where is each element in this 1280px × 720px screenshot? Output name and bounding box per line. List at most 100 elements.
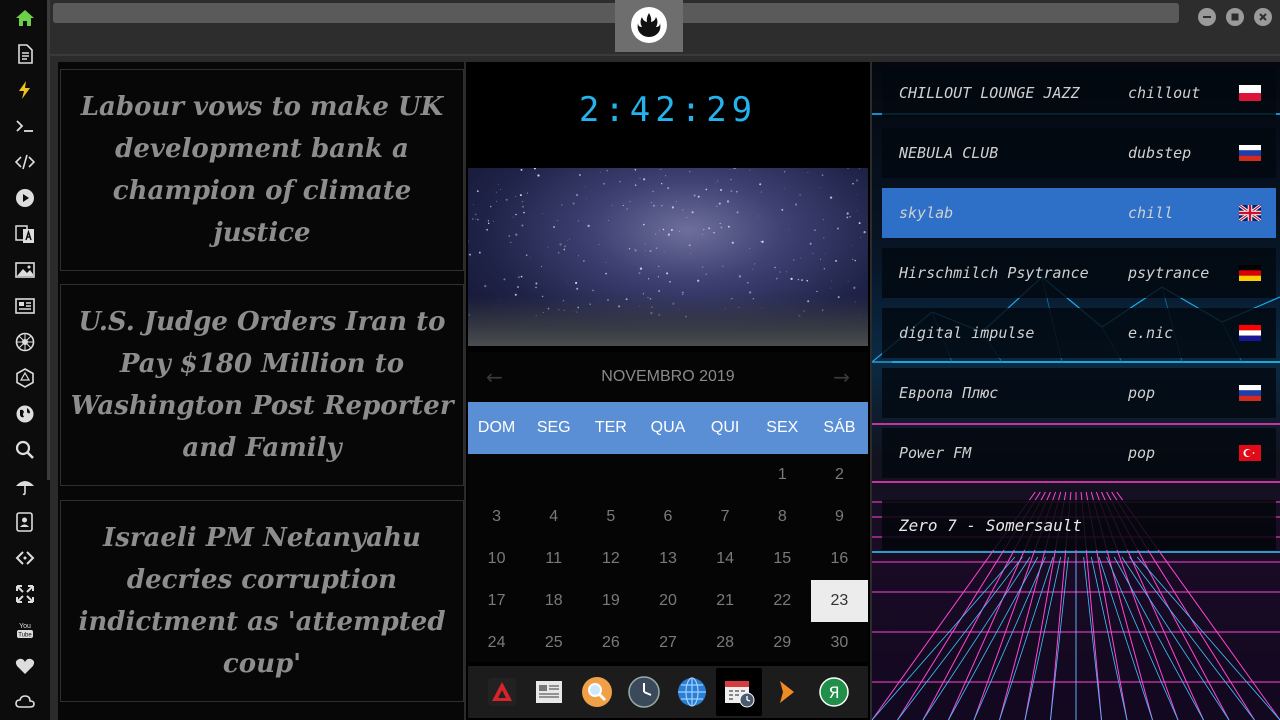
calendar-day-cell[interactable]: 8	[754, 496, 811, 538]
newspaper-icon[interactable]	[13, 294, 37, 318]
calendar-day-cell[interactable]: 19	[582, 580, 639, 622]
milky-way-image	[468, 168, 868, 346]
arrow-app-icon[interactable]	[764, 668, 810, 716]
calendar-day-cell[interactable]: 1	[754, 454, 811, 496]
station-row[interactable]: NEBULA CLUB dubstep	[882, 128, 1276, 178]
yandex-icon[interactable]: Я	[811, 668, 857, 716]
news-app-icon[interactable]	[526, 668, 572, 716]
search-app-icon[interactable]	[574, 668, 620, 716]
calendar-day-cell[interactable]: 27	[639, 622, 696, 664]
calendar-day-cell[interactable]: 2	[811, 454, 868, 496]
umbrella-icon[interactable]	[13, 474, 37, 498]
play-icon[interactable]	[13, 186, 37, 210]
calendar-day-cell[interactable]: 20	[639, 580, 696, 622]
calendar-day-cell[interactable]: 30	[811, 622, 868, 664]
calendar-day-cell[interactable]: 16	[811, 538, 868, 580]
expand-icon[interactable]	[13, 582, 37, 606]
cloud-icon[interactable]	[13, 690, 37, 714]
calendar-day-grid: 1 2 3 4 5 6 7 8 9 10 11 12 13 14 15 16 17 18 19 20 21 22 23 24 2…	[468, 454, 868, 664]
calendar-day-cell[interactable]: 7	[697, 496, 754, 538]
prev-month-icon[interactable]: ←	[486, 365, 503, 389]
youtube-icon[interactable]: You Tube	[13, 618, 37, 642]
station-row[interactable]: skylab chill	[882, 188, 1276, 238]
search-icon[interactable]	[13, 438, 37, 462]
calendar-day-cell	[697, 454, 754, 496]
calendar-week-row: 17 18 19 20 21 22 23	[468, 580, 868, 622]
close-button[interactable]	[1254, 8, 1272, 26]
calendar-day-cell[interactable]: 28	[697, 622, 754, 664]
hexagon-icon[interactable]	[13, 366, 37, 390]
station-genre: psytrance	[1128, 264, 1210, 282]
now-playing-title: Zero 7 - Somersault	[899, 515, 1083, 535]
next-month-icon[interactable]: →	[833, 365, 850, 389]
calendar-day-cell[interactable]: 25	[525, 622, 582, 664]
sidebar-scrollbar[interactable]	[47, 0, 50, 480]
calendar-day-cell[interactable]: 17	[468, 580, 525, 622]
rebel-icon[interactable]	[13, 330, 37, 354]
calendar-day-cell[interactable]: 9	[811, 496, 868, 538]
code-icon[interactable]	[13, 150, 37, 174]
calendar-day-cell[interactable]: 26	[582, 622, 639, 664]
hr-flag-icon	[1239, 325, 1261, 341]
link-icon[interactable]	[13, 546, 37, 570]
calendar-day-cell[interactable]: 15	[754, 538, 811, 580]
pl-flag-icon	[1239, 85, 1261, 101]
calendar-today-cell[interactable]: 23	[810, 580, 868, 622]
calendar-day-cell[interactable]: 22	[754, 580, 811, 622]
calendar-day-cell[interactable]: 18	[525, 580, 582, 622]
browser-globe-icon[interactable]	[669, 668, 715, 716]
station-genre: pop	[1128, 384, 1156, 402]
image-icon[interactable]	[13, 258, 37, 282]
weekday-label: SEG	[536, 419, 571, 436]
app-dock: Я	[468, 666, 868, 718]
station-row[interactable]: Power FM pop	[882, 428, 1276, 478]
calendar-weekday-row: DOM SEG TER QUA QUI SEX SÁB	[468, 402, 868, 454]
terminal-icon[interactable]	[13, 114, 37, 138]
calendar-day-cell[interactable]: 6	[639, 496, 696, 538]
lightning-icon[interactable]	[13, 78, 37, 102]
digital-clock: 2:42:29	[578, 90, 758, 130]
calendar-day-cell[interactable]: 11	[525, 538, 582, 580]
station-row[interactable]: CHILLOUT LOUNGE JAZZ chillout	[882, 68, 1276, 118]
tr-flag-icon	[1239, 445, 1261, 461]
document-icon[interactable]	[13, 42, 37, 66]
logo-tab[interactable]	[615, 0, 683, 52]
calendar-day-cell	[582, 454, 639, 496]
station-name: NEBULA CLUB	[899, 144, 999, 162]
news-card[interactable]: Israeli PM Netanyahu decries corruption …	[60, 500, 464, 702]
weekday-label: QUI	[710, 419, 740, 436]
news-card[interactable]: Labour vows to make UK development bank …	[60, 69, 464, 271]
calendar-day-cell[interactable]: 5	[582, 496, 639, 538]
contacts-icon[interactable]	[13, 510, 37, 534]
calendar-day-cell[interactable]: 21	[697, 580, 754, 622]
station-name: Power FM	[899, 444, 972, 462]
sidebar: You Tube	[0, 0, 50, 720]
ru-flag-icon	[1239, 385, 1261, 401]
calendar-day-cell[interactable]: 12	[582, 538, 639, 580]
calendar-day-cell[interactable]: 24	[468, 622, 525, 664]
home-icon[interactable]	[13, 6, 37, 30]
station-row[interactable]: Европа Плюс pop	[882, 368, 1276, 418]
calendar-day-cell[interactable]: 10	[468, 538, 525, 580]
heart-icon[interactable]	[13, 654, 37, 678]
news-headline: U.S. Judge Orders Iran to Pay $180 Milli…	[70, 307, 454, 463]
clock-app-icon[interactable]	[621, 668, 667, 716]
calendar-day-cell	[639, 454, 696, 496]
app-red-icon[interactable]	[479, 668, 525, 716]
globe-icon[interactable]	[13, 402, 37, 426]
station-name: Европа Плюс	[899, 384, 999, 402]
news-card[interactable]: U.S. Judge Orders Iran to Pay $180 Milli…	[60, 284, 464, 486]
calendar-day-cell[interactable]: 4	[525, 496, 582, 538]
calendar-day-cell[interactable]: 29	[754, 622, 811, 664]
translate-icon[interactable]	[13, 222, 37, 246]
maximize-button[interactable]	[1226, 8, 1244, 26]
calendar-app-icon[interactable]	[716, 668, 763, 716]
calendar-day-cell	[525, 454, 582, 496]
minimize-button[interactable]	[1198, 8, 1216, 26]
calendar-day-cell[interactable]: 13	[639, 538, 696, 580]
calendar-day-cell[interactable]: 14	[697, 538, 754, 580]
calendar-week-row: 24 25 26 27 28 29 30	[468, 622, 868, 664]
station-row[interactable]: digital impulse e.nic	[882, 308, 1276, 358]
station-row[interactable]: Hirschmilch Psytrance psytrance	[882, 248, 1276, 298]
calendar-day-cell[interactable]: 3	[468, 496, 525, 538]
